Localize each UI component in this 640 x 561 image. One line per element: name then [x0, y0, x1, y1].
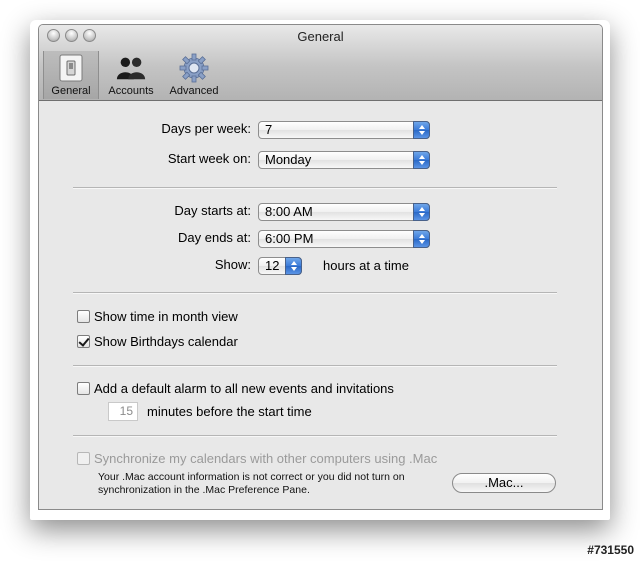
alarm-checkbox-row[interactable]: Add a default alarm to all new events an…: [77, 381, 394, 396]
sync-label: Synchronize my calendars with other comp…: [94, 451, 438, 466]
day-ends-label: Day ends at:: [178, 230, 251, 245]
alarm-minutes-label: minutes before the start time: [147, 404, 312, 419]
month-view-checkbox[interactable]: [77, 310, 90, 323]
popup-arrows-icon: [413, 230, 430, 248]
sync-note-line2: synchronization in the .Mac Preference P…: [98, 484, 310, 496]
preferences-window: General General Accounts Advanced Days p…: [38, 24, 603, 510]
hours-at-a-time-label: hours at a time: [323, 258, 409, 273]
mac-button[interactable]: .Mac...: [452, 473, 556, 493]
tab-advanced[interactable]: Advanced: [163, 51, 225, 99]
alarm-label: Add a default alarm to all new events an…: [94, 381, 394, 396]
day-ends-value: 6:00 PM: [265, 231, 314, 246]
popup-arrows-icon: [413, 151, 430, 169]
image-watermark: #731550: [587, 543, 634, 557]
start-week-label: Start week on:: [167, 151, 251, 166]
start-week-popup[interactable]: Monday: [258, 151, 430, 169]
alarm-checkbox[interactable]: [77, 382, 90, 395]
tab-advanced-label: Advanced: [169, 85, 219, 97]
separator: [73, 365, 557, 367]
show-hours-value: 12: [265, 258, 280, 273]
tab-general[interactable]: General: [43, 51, 99, 99]
window-title: General: [297, 29, 344, 44]
light-switch-icon: [55, 53, 87, 83]
preferences-toolbar: General Accounts Advanced: [43, 51, 225, 99]
popup-arrows-icon: [285, 257, 302, 275]
tab-accounts-label: Accounts: [108, 85, 154, 97]
sync-checkbox-row[interactable]: Synchronize my calendars with other comp…: [77, 451, 437, 466]
tab-accounts[interactable]: Accounts: [99, 51, 163, 99]
sync-note: Your .Mac account information is not cor…: [98, 471, 405, 497]
day-starts-popup[interactable]: 8:00 AM: [258, 203, 430, 221]
day-starts-label: Day starts at:: [174, 203, 251, 218]
titlebar: General General Accounts Advanced: [39, 25, 602, 101]
separator: [73, 292, 557, 294]
days-per-week-value: 7: [265, 122, 273, 137]
month-view-checkbox-row[interactable]: Show time in month view: [77, 309, 238, 324]
birthdays-label: Show Birthdays calendar: [94, 334, 238, 349]
separator: [73, 435, 557, 437]
popup-arrows-icon: [413, 121, 430, 139]
show-hours-popup[interactable]: 12: [258, 257, 302, 275]
people-icon: [115, 53, 147, 83]
popup-arrows-icon: [413, 203, 430, 221]
birthdays-checkbox[interactable]: [77, 335, 90, 348]
alarm-minutes-field[interactable]: 15: [108, 402, 138, 421]
general-pane: Days per week: 7 Start week on: Monday D…: [39, 101, 602, 509]
tab-general-label: General: [51, 85, 91, 97]
sync-note-line1: Your .Mac account information is not cor…: [98, 471, 405, 483]
show-hours-label: Show:: [214, 257, 251, 272]
day-starts-value: 8:00 AM: [265, 204, 313, 219]
birthdays-checkbox-row[interactable]: Show Birthdays calendar: [77, 334, 238, 349]
sync-checkbox[interactable]: [77, 452, 90, 465]
gear-icon: [178, 53, 210, 83]
days-per-week-label: Days per week:: [161, 121, 251, 136]
days-per-week-popup[interactable]: 7: [258, 121, 430, 139]
start-week-value: Monday: [265, 152, 312, 167]
month-view-label: Show time in month view: [94, 309, 238, 324]
day-ends-popup[interactable]: 6:00 PM: [258, 230, 430, 248]
separator: [73, 187, 557, 189]
